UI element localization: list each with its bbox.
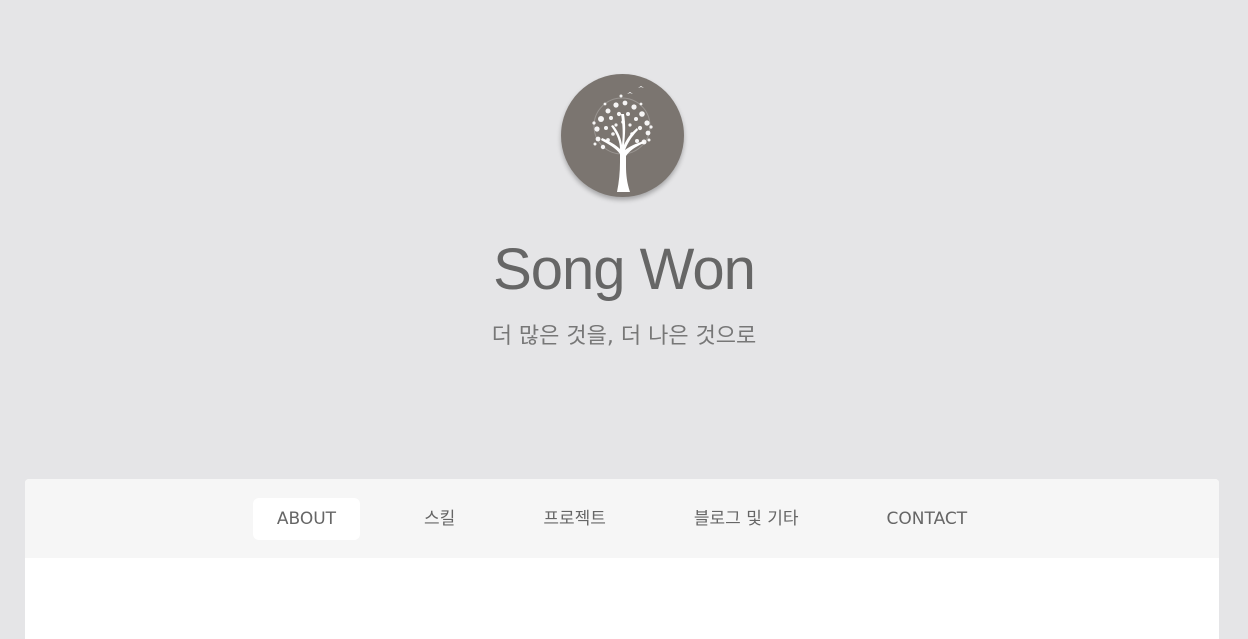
tab-contact[interactable]: CONTACT: [863, 498, 992, 540]
avatar: [561, 74, 684, 197]
nav-bar: ABOUT 스킬 프로젝트 블로그 및 기타 CONTACT: [25, 479, 1219, 558]
tree-icon: [592, 86, 653, 192]
tab-about[interactable]: ABOUT: [252, 497, 361, 540]
tab-projects[interactable]: 프로젝트: [519, 498, 630, 540]
hero-header: Song Won 더 많은 것을, 더 나은 것으로: [0, 0, 1248, 479]
page-title: Song Won: [493, 237, 756, 302]
tagline: 더 많은 것을, 더 나은 것으로: [491, 324, 757, 349]
tab-skills[interactable]: 스킬: [400, 498, 479, 540]
content-panel: ABOUT 스킬 프로젝트 블로그 및 기타 CONTACT: [25, 479, 1219, 639]
tab-blog[interactable]: 블로그 및 기타: [670, 498, 823, 540]
